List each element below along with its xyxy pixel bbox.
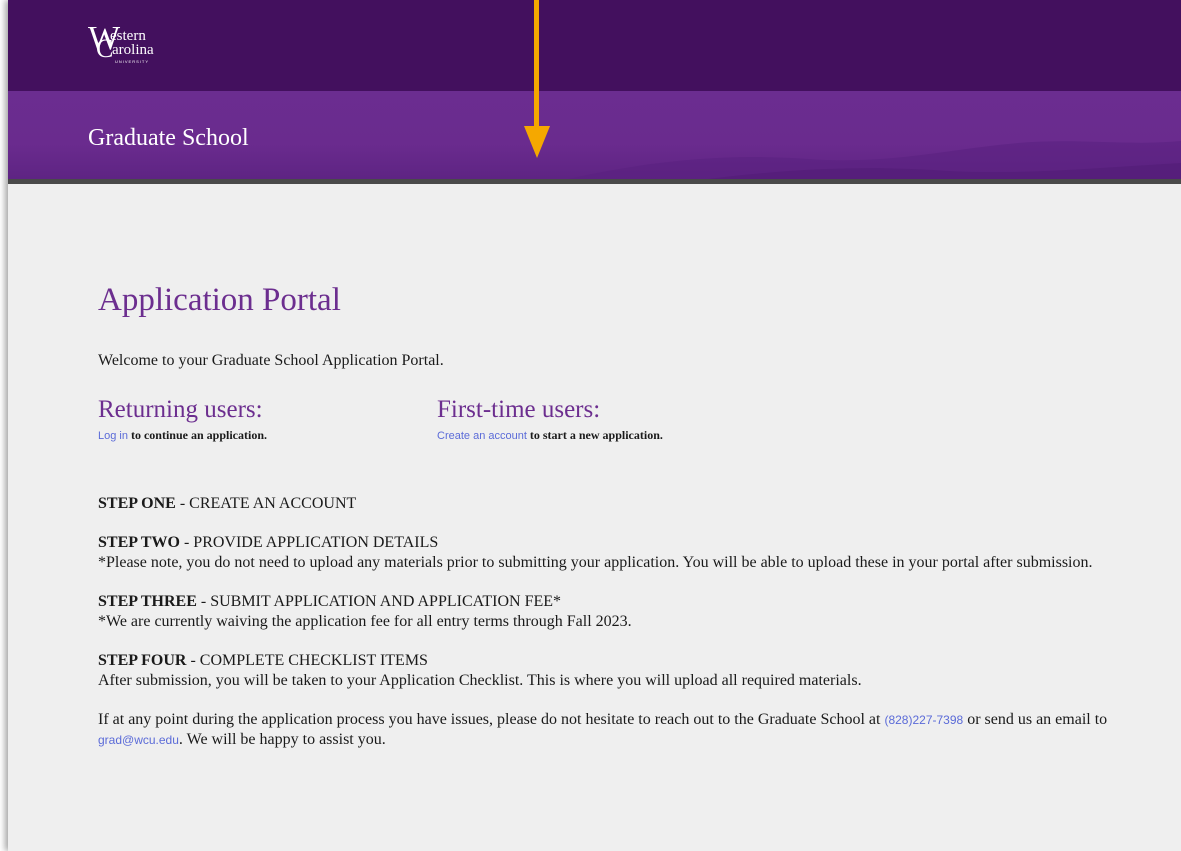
step-one: STEP ONE - CREATE AN ACCOUNT: [98, 494, 1168, 514]
first-time-users-line: Create an account to start a new applica…: [437, 427, 663, 444]
step-heading: STEP TWO - PROVIDE APPLICATION DETAILS: [98, 533, 1168, 553]
step-title: - COMPLETE CHECKLIST ITEMS: [186, 652, 428, 669]
help-paragraph: If at any point during the application p…: [98, 710, 1168, 750]
step-heading: STEP THREE - SUBMIT APPLICATION AND APPL…: [98, 592, 1168, 612]
step-note: *Please note, you do not need to upload …: [98, 554, 1093, 571]
step-two: STEP TWO - PROVIDE APPLICATION DETAILS *…: [98, 533, 1168, 573]
logo-line-carolina: arolina: [112, 42, 154, 58]
logo-line-university: UNIVERSITY: [115, 59, 150, 64]
step-label: STEP ONE: [98, 495, 176, 512]
returning-users-text: to continue an application.: [127, 428, 268, 442]
wcu-logo[interactable]: W C estern arolina UNIVERSITY: [88, 20, 208, 75]
help-text-prefix: If at any point during the application p…: [98, 711, 885, 728]
step-label: STEP TWO: [98, 534, 180, 551]
step-title: - CREATE AN ACCOUNT: [175, 495, 357, 512]
returning-users-section: Returning users: Log in to continue an a…: [98, 396, 267, 444]
page-title: Application Portal: [98, 282, 341, 318]
arrow-down-icon: [524, 0, 550, 158]
top-header-bar: W C estern arolina UNIVERSITY: [8, 0, 1181, 91]
step-title: - PROVIDE APPLICATION DETAILS: [179, 534, 439, 551]
step-four: STEP FOUR - COMPLETE CHECKLIST ITEMS Aft…: [98, 651, 1168, 691]
phone-link[interactable]: (828)227-7398: [884, 713, 963, 727]
header-divider: [8, 179, 1181, 184]
returning-users-line: Log in to continue an application.: [98, 427, 267, 444]
step-label: STEP FOUR: [98, 652, 187, 669]
first-time-users-section: First-time users: Create an account to s…: [437, 396, 663, 444]
welcome-text: Welcome to your Graduate School Applicat…: [98, 352, 444, 369]
help-text-suffix: . We will be happy to assist you.: [178, 731, 386, 748]
step-heading: STEP FOUR - COMPLETE CHECKLIST ITEMS: [98, 651, 1168, 671]
steps-list: STEP ONE - CREATE AN ACCOUNT STEP TWO - …: [98, 494, 1168, 750]
create-account-link[interactable]: Create an account: [437, 430, 527, 442]
step-label: STEP THREE: [98, 593, 197, 610]
step-note: *We are currently waiving the applicatio…: [98, 613, 632, 630]
step-three: STEP THREE - SUBMIT APPLICATION AND APPL…: [98, 592, 1168, 632]
first-time-users-text: to start a new application.: [526, 428, 663, 442]
site-title[interactable]: Graduate School: [88, 124, 249, 152]
returning-users-heading: Returning users:: [98, 396, 263, 423]
log-in-link[interactable]: Log in: [98, 430, 128, 442]
step-title: - SUBMIT APPLICATION AND APPLICATION FEE…: [196, 593, 562, 610]
email-link[interactable]: grad@wcu.edu: [98, 733, 179, 747]
help-text-middle: or send us an email to: [963, 711, 1108, 728]
step-heading: STEP ONE - CREATE AN ACCOUNT: [98, 494, 1168, 514]
browser-page: W C estern arolina UNIVERSITY Graduate S…: [8, 0, 1181, 851]
step-note: After submission, you will be taken to y…: [98, 672, 862, 689]
first-time-users-heading: First-time users:: [437, 396, 601, 423]
